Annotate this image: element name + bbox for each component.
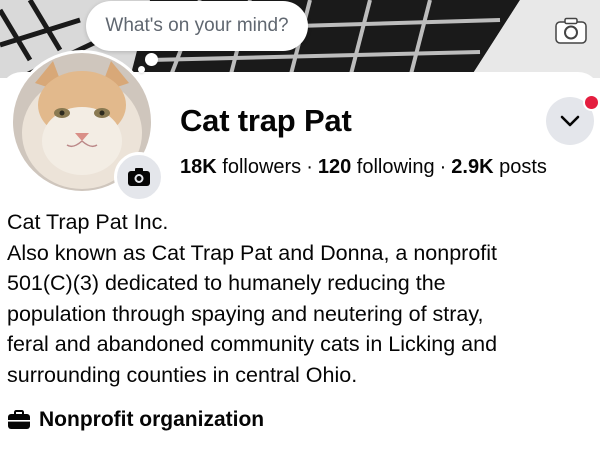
chevron-down-icon	[560, 115, 580, 127]
whats-on-your-mind-bubble[interactable]: What's on your mind?	[86, 1, 308, 51]
page-category[interactable]: Nonprofit organization	[7, 408, 264, 432]
stats-separator: ·	[439, 156, 447, 178]
followers-count: 18K	[180, 156, 217, 178]
following-link[interactable]: 120 following	[318, 156, 435, 178]
bio-line: population through spaying and neutering…	[7, 301, 484, 326]
stats-separator: ·	[306, 156, 313, 178]
profile-name: Cat trap Pat	[180, 103, 352, 138]
bubble-tail-dot-small	[138, 66, 145, 73]
bio-line: Cat Trap Pat Inc.	[7, 210, 169, 234]
avatar-camera-icon[interactable]	[114, 152, 164, 202]
profile-bio: Cat Trap Pat Inc. Also known as Cat Trap…	[7, 207, 597, 390]
following-count: 120	[317, 156, 352, 178]
cover-camera-icon[interactable]	[554, 17, 590, 53]
category-label: Nonprofit organization	[39, 408, 265, 431]
profile-stats: 18K followers · 120 following · 2.9K posts	[180, 156, 547, 179]
bio-line: Also known as Cat Trap Pat and Donna, a …	[7, 240, 498, 265]
bio-line: 501(C)(3) dedicated to humanely reducing…	[7, 271, 446, 295]
bio-line: feral and abandoned community cats in Li…	[7, 332, 498, 356]
followers-link[interactable]: 18K followers	[180, 156, 301, 178]
posts-link[interactable]: 2.9K posts	[451, 156, 547, 178]
bubble-tail-dot	[145, 53, 158, 66]
briefcase-icon	[8, 410, 30, 429]
followers-label: followers	[222, 156, 302, 178]
following-label: following	[356, 156, 435, 178]
notification-dot	[583, 94, 600, 111]
posts-label: posts	[499, 156, 547, 178]
posts-count: 2.9K	[451, 156, 494, 178]
bio-line: surrounding counties in central Ohio.	[7, 362, 358, 387]
